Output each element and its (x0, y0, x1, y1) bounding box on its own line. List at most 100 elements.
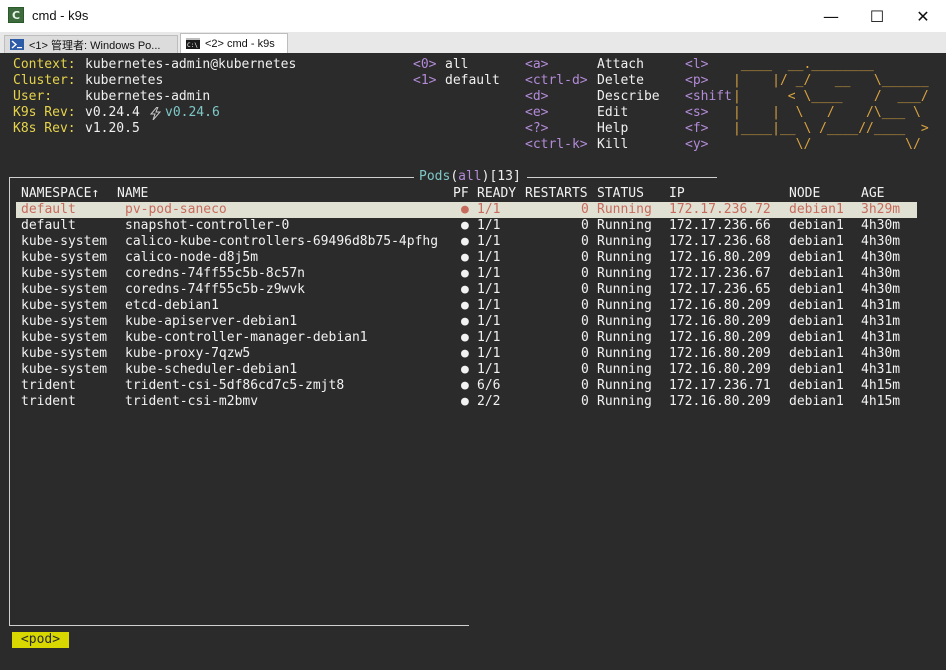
col-restarts[interactable]: RESTARTS (525, 186, 588, 202)
shortcut-key-s[interactable]: <s> (685, 105, 708, 121)
cell-name: etcd-debian1 (125, 298, 219, 313)
k9s-rev-value: v0.24.4 (85, 105, 140, 120)
cell-ip: 172.16.80.209 (669, 250, 771, 265)
shortcut-key-kill[interactable]: <ctrl-k> (525, 137, 588, 153)
panel-resource: Pods (419, 169, 451, 184)
terminal-area[interactable]: Context: kubernetes-admin@kubernetes Clu… (0, 53, 946, 670)
col-namespace[interactable]: NAMESPACE↑ (21, 186, 99, 202)
table-row[interactable]: default pv-pod-saneco ● 1/1 0 Running 172.17.2… (16, 202, 917, 218)
resource-crumb[interactable]: <pod> (12, 632, 69, 648)
cmd-icon: C:\ (186, 38, 200, 49)
cell-age: 4h15m (861, 394, 901, 409)
cell-restarts: 0 (581, 218, 589, 233)
cell-age: 4h30m (861, 218, 901, 233)
table-row[interactable]: trident trident-csi-m2bmv ● 2/2 0 Running 172.… (16, 394, 917, 410)
cell-name: trident-csi-m2bmv (125, 394, 259, 409)
col-node[interactable]: NODE (789, 186, 820, 202)
cell-status: Running (597, 250, 652, 265)
cell-ready: 1/1 (477, 202, 501, 217)
cell-ready: 1/1 (477, 314, 501, 329)
col-name[interactable]: NAME (117, 186, 148, 202)
shortcut-key-describe[interactable]: <d> (525, 89, 548, 105)
table-row[interactable]: kube-system coredns-74ff55c5b-8c57n ● 1/1 0 R… (16, 266, 917, 282)
shortcut-help[interactable]: Help (597, 121, 628, 137)
shortcut-key-y[interactable]: <y> (685, 137, 708, 153)
panel-title: Pods(all)[13] (419, 169, 521, 184)
shortcut-key-shift[interactable]: <shift (685, 89, 732, 105)
cell-namespace: kube-system (21, 266, 108, 281)
shortcut-key-attach[interactable]: <a> (525, 57, 548, 73)
cell-name: calico-kube-controllers-69496d8b75-4pfhg (125, 234, 439, 249)
cell-age: 4h31m (861, 330, 901, 345)
cell-node: debian1 (789, 362, 844, 377)
cell-ready: 1/1 (477, 266, 501, 281)
ns-key-0[interactable]: <0> (413, 57, 436, 73)
cell-status: Running (597, 378, 652, 393)
logo-line: | | \ / /\___ \ (733, 105, 929, 120)
maximize-button[interactable]: ☐ (854, 0, 900, 32)
cell-pf: ● (461, 346, 469, 361)
logo-line: | |/ _/ __ \______ (733, 73, 929, 88)
shortcut-kill[interactable]: Kill (597, 137, 628, 153)
lightning-icon (150, 107, 162, 120)
cell-ready: 1/1 (477, 362, 501, 377)
ns-name-default[interactable]: default (445, 73, 500, 89)
col-status[interactable]: STATUS (597, 186, 644, 202)
cell-name: kube-controller-manager-debian1 (125, 330, 368, 345)
tab-cmd-k9s[interactable]: C:\ <2> cmd - k9s (180, 33, 288, 53)
shortcut-describe[interactable]: Describe (597, 89, 660, 105)
table-row[interactable]: default snapshot-controller-0 ● 1/1 0 Running… (16, 218, 917, 234)
cell-ready: 1/1 (477, 330, 501, 345)
table-row[interactable]: trident trident-csi-5df86cd7c5-zmjt8 ● 6/6 0… (16, 378, 917, 394)
cell-ready: 2/2 (477, 394, 501, 409)
minimize-button[interactable]: — (808, 0, 854, 32)
cell-status: Running (597, 218, 652, 233)
cell-status: Running (597, 394, 652, 409)
cell-restarts: 0 (581, 250, 589, 265)
cell-name: kube-scheduler-debian1 (125, 362, 298, 377)
table-row[interactable]: kube-system kube-controller-manager-debia… (16, 330, 917, 346)
cell-age: 4h30m (861, 234, 901, 249)
col-pf[interactable]: PF (453, 186, 469, 202)
cell-pf: ● (461, 394, 469, 409)
table-row[interactable]: kube-system kube-scheduler-debian1 ● 1/1 0 Ru… (16, 362, 917, 378)
cell-node: debian1 (789, 378, 844, 393)
cell-ip: 172.17.236.72 (669, 202, 771, 217)
ns-name-all[interactable]: all (445, 57, 468, 73)
cell-name: coredns-74ff55c5b-z9wvk (125, 282, 306, 297)
panel-count: 13 (497, 169, 513, 184)
cell-age: 4h31m (861, 298, 901, 313)
cell-namespace: kube-system (21, 298, 108, 313)
ns-key-1[interactable]: <1> (413, 73, 436, 89)
table-row[interactable]: kube-system calico-kube-controllers-69496… (16, 234, 917, 250)
table-row[interactable]: kube-system calico-node-d8j5m ● 1/1 0 Running… (16, 250, 917, 266)
tab-powershell[interactable]: <1> 管理者: Windows Po... (4, 35, 178, 53)
table-row[interactable]: kube-system etcd-debian1 ● 1/1 0 Running 172.1… (16, 298, 917, 314)
shortcut-key-delete[interactable]: <ctrl-d> (525, 73, 588, 89)
logo-line: ____ __.________ (733, 57, 882, 72)
powershell-icon (10, 39, 24, 50)
logo-line: \/ \/ (733, 137, 929, 152)
cell-namespace: kube-system (21, 282, 108, 297)
cell-status: Running (597, 202, 652, 217)
shortcut-edit[interactable]: Edit (597, 105, 628, 121)
shortcut-key-f[interactable]: <f> (685, 121, 708, 137)
cell-pf: ● (461, 250, 469, 265)
maximize-icon: ☐ (869, 6, 885, 26)
shortcut-key-p[interactable]: <p> (685, 73, 708, 89)
close-button[interactable]: ✕ (900, 0, 946, 32)
shortcut-key-help[interactable]: <?> (525, 121, 548, 137)
table-row[interactable]: kube-system kube-proxy-7qzw5 ● 1/1 0 Running 1… (16, 346, 917, 362)
col-ready[interactable]: READY (477, 186, 516, 202)
cell-status: Running (597, 314, 652, 329)
table-row[interactable]: kube-system coredns-74ff55c5b-z9wvk ● 1/1 0 R… (16, 282, 917, 298)
shortcut-key-edit[interactable]: <e> (525, 105, 548, 121)
cell-restarts: 0 (581, 362, 589, 377)
table-row[interactable]: kube-system kube-apiserver-debian1 ● 1/1 0 Ru… (16, 314, 917, 330)
shortcut-delete[interactable]: Delete (597, 73, 644, 89)
cell-status: Running (597, 330, 652, 345)
col-age[interactable]: AGE (861, 186, 884, 202)
col-ip[interactable]: IP (669, 186, 685, 202)
shortcut-key-l[interactable]: <l> (685, 57, 708, 73)
shortcut-attach[interactable]: Attach (597, 57, 644, 73)
